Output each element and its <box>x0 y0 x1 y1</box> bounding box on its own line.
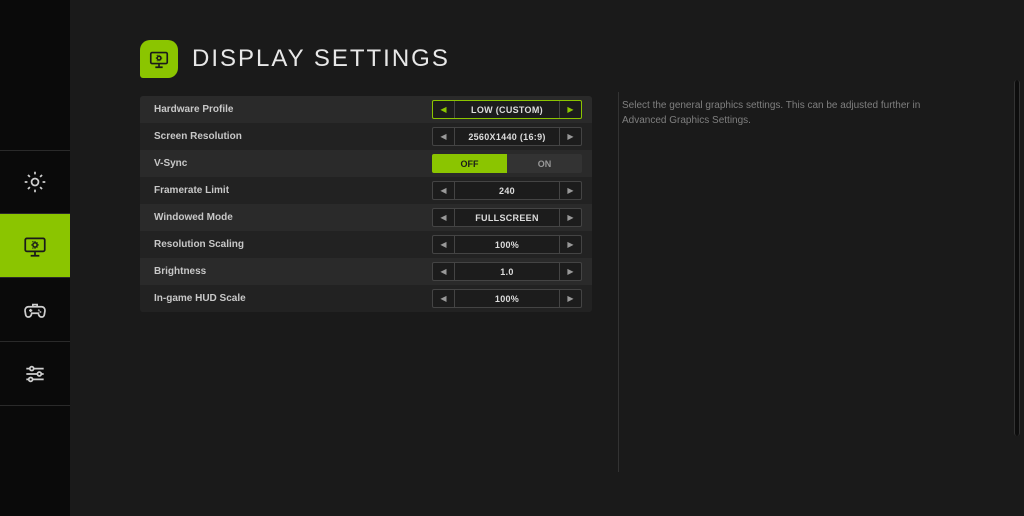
spinner-value: 2560X1440 (16:9) <box>455 128 559 145</box>
row-label: Resolution Scaling <box>154 239 244 250</box>
row-hud-scale[interactable]: In-game HUD Scale ◀ 100% ▶ <box>140 285 592 312</box>
settings-list: Hardware Profile ◀ LOW (CUSTOM) ▶ Screen… <box>140 96 592 312</box>
arrow-right-icon[interactable]: ▶ <box>559 128 581 145</box>
row-windowed-mode[interactable]: Windowed Mode ◀ FULLSCREEN ▶ <box>140 204 592 231</box>
row-vsync[interactable]: V-Sync OFF ON <box>140 150 592 177</box>
arrow-right-icon[interactable]: ▶ <box>559 209 581 226</box>
arrow-left-icon[interactable]: ◀ <box>433 128 455 145</box>
arrow-right-icon[interactable]: ▶ <box>559 101 581 118</box>
row-label: Framerate Limit <box>154 185 229 196</box>
arrow-left-icon[interactable]: ◀ <box>433 236 455 253</box>
spinner-value: LOW (CUSTOM) <box>455 101 559 118</box>
row-hardware-profile[interactable]: Hardware Profile ◀ LOW (CUSTOM) ▶ <box>140 96 592 123</box>
row-framerate-limit[interactable]: Framerate Limit ◀ 240 ▶ <box>140 177 592 204</box>
sliders-icon <box>22 361 48 387</box>
arrow-left-icon[interactable]: ◀ <box>433 182 455 199</box>
spinner-value: FULLSCREEN <box>455 209 559 226</box>
sidebar-item-display[interactable] <box>0 214 70 278</box>
spinner-value: 100% <box>455 236 559 253</box>
row-label: Hardware Profile <box>154 104 233 115</box>
gear-icon <box>22 169 48 195</box>
arrow-right-icon[interactable]: ▶ <box>559 290 581 307</box>
spinner-brightness[interactable]: ◀ 1.0 ▶ <box>432 262 582 281</box>
help-text: Select the general graphics settings. Th… <box>616 98 926 128</box>
toggle-option-on[interactable]: ON <box>507 154 582 173</box>
gamepad-icon <box>22 297 48 323</box>
sidebar-item-sliders[interactable] <box>0 342 70 406</box>
row-resolution-scaling[interactable]: Resolution Scaling ◀ 100% ▶ <box>140 231 592 258</box>
toggle-option-off[interactable]: OFF <box>432 154 507 173</box>
arrow-left-icon[interactable]: ◀ <box>433 209 455 226</box>
row-brightness[interactable]: Brightness ◀ 1.0 ▶ <box>140 258 592 285</box>
sidebar-item-controls[interactable] <box>0 278 70 342</box>
row-label: In-game HUD Scale <box>154 293 246 304</box>
spinner-windowed-mode[interactable]: ◀ FULLSCREEN ▶ <box>432 208 582 227</box>
sidebar <box>0 0 70 516</box>
main-panel: DISPLAY SETTINGS Hardware Profile ◀ LOW … <box>70 0 1010 516</box>
spinner-value: 1.0 <box>455 263 559 280</box>
arrow-right-icon[interactable]: ▶ <box>559 236 581 253</box>
row-label: V-Sync <box>154 158 187 169</box>
spinner-hud-scale[interactable]: ◀ 100% ▶ <box>432 289 582 308</box>
spinner-screen-resolution[interactable]: ◀ 2560X1440 (16:9) ▶ <box>432 127 582 146</box>
row-screen-resolution[interactable]: Screen Resolution ◀ 2560X1440 (16:9) ▶ <box>140 123 592 150</box>
spinner-value: 240 <box>455 182 559 199</box>
arrow-left-icon[interactable]: ◀ <box>433 101 455 118</box>
row-label: Screen Resolution <box>154 131 242 142</box>
display-settings-header-icon <box>140 40 178 78</box>
spinner-hardware-profile[interactable]: ◀ LOW (CUSTOM) ▶ <box>432 100 582 119</box>
display-settings-icon <box>22 233 48 259</box>
spinner-value: 100% <box>455 290 559 307</box>
page-title: DISPLAY SETTINGS <box>192 45 450 73</box>
right-edge <box>1010 0 1024 516</box>
arrow-left-icon[interactable]: ◀ <box>433 290 455 307</box>
spinner-resolution-scaling[interactable]: ◀ 100% ▶ <box>432 235 582 254</box>
arrow-right-icon[interactable]: ▶ <box>559 263 581 280</box>
row-label: Windowed Mode <box>154 212 233 223</box>
spinner-framerate-limit[interactable]: ◀ 240 ▶ <box>432 181 582 200</box>
page-header: DISPLAY SETTINGS <box>140 40 1010 78</box>
scrollbar-track[interactable] <box>1014 80 1020 436</box>
toggle-vsync[interactable]: OFF ON <box>432 154 582 173</box>
row-label: Brightness <box>154 266 206 277</box>
help-panel: Select the general graphics settings. Th… <box>616 96 926 312</box>
sidebar-item-general[interactable] <box>0 150 70 214</box>
arrow-left-icon[interactable]: ◀ <box>433 263 455 280</box>
arrow-right-icon[interactable]: ▶ <box>559 182 581 199</box>
